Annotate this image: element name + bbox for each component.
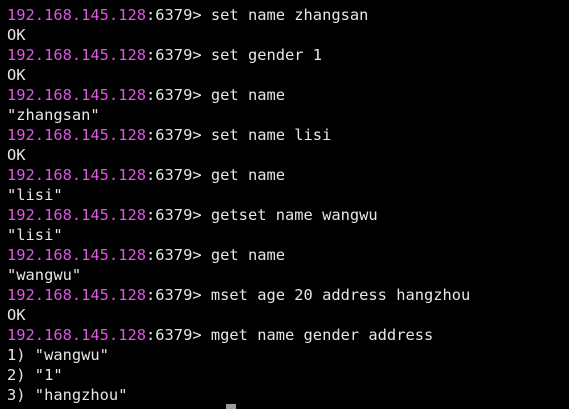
prompt-port: :6379> [146, 6, 211, 24]
prompt-line: 192.168.145.128:6379> set name zhangsan [7, 5, 569, 25]
prompt-line: 192.168.145.128:6379> mget name gender a… [7, 325, 569, 345]
prompt-host: 192.168.145.128 [7, 126, 146, 144]
output-line: "zhangsan" [7, 106, 100, 124]
prompt-host: 192.168.145.128 [7, 246, 146, 264]
prompt-host: 192.168.145.128 [7, 46, 146, 64]
command-text: set name zhangsan [210, 6, 369, 24]
output-line: OK [7, 306, 26, 324]
prompt-port: :6379> [146, 246, 211, 264]
command-text: mset age 20 address hangzhou [210, 286, 471, 304]
output-line: OK [7, 146, 26, 164]
output-line: 2) "1" [7, 366, 63, 384]
output-line: 1) "wangwu" [7, 346, 109, 364]
output-line: OK [7, 26, 26, 44]
output-line: "wangwu" [7, 266, 82, 284]
prompt-port: :6379> [146, 126, 211, 144]
prompt-line: 192.168.145.128:6379> mset age 20 addres… [7, 285, 569, 305]
prompt-host: 192.168.145.128 [7, 326, 146, 344]
command-text: get name [210, 86, 286, 104]
command-text: get name [210, 166, 286, 184]
prompt-host: 192.168.145.128 [7, 86, 146, 104]
prompt-port: :6379> [146, 206, 211, 224]
command-text: set name lisi [210, 126, 332, 144]
prompt-port: :6379> [146, 46, 211, 64]
prompt-line: 192.168.145.128:6379> get name [7, 245, 569, 265]
prompt-port: :6379> [146, 286, 211, 304]
output-line: OK [7, 66, 26, 84]
prompt-line: 192.168.145.128:6379> get name [7, 85, 569, 105]
prompt-line: 192.168.145.128:6379> set gender 1 [7, 45, 569, 65]
prompt-host: 192.168.145.128 [7, 206, 146, 224]
command-text: get name [210, 246, 286, 264]
command-text: set gender 1 [210, 46, 323, 64]
prompt-host: 192.168.145.128 [7, 286, 146, 304]
text-cursor [226, 404, 236, 409]
prompt-host: 192.168.145.128 [7, 6, 146, 24]
prompt-line: 192.168.145.128:6379> getset name wangwu [7, 205, 569, 225]
command-text: mget name gender address [210, 326, 434, 344]
prompt-line: 192.168.145.128:6379> set name lisi [7, 125, 569, 145]
prompt-port: :6379> [146, 86, 211, 104]
output-line: 3) "hangzhou" [7, 386, 128, 404]
output-line: "lisi" [7, 226, 63, 244]
command-text: getset name wangwu [210, 206, 378, 224]
prompt-port: :6379> [146, 166, 211, 184]
terminal-window[interactable]: 192.168.145.128:6379> set name zhangsan … [0, 0, 569, 409]
output-line: "lisi" [7, 186, 63, 204]
prompt-line: 192.168.145.128:6379> get name [7, 165, 569, 185]
prompt-port: :6379> [146, 326, 211, 344]
prompt-host: 192.168.145.128 [7, 166, 146, 184]
